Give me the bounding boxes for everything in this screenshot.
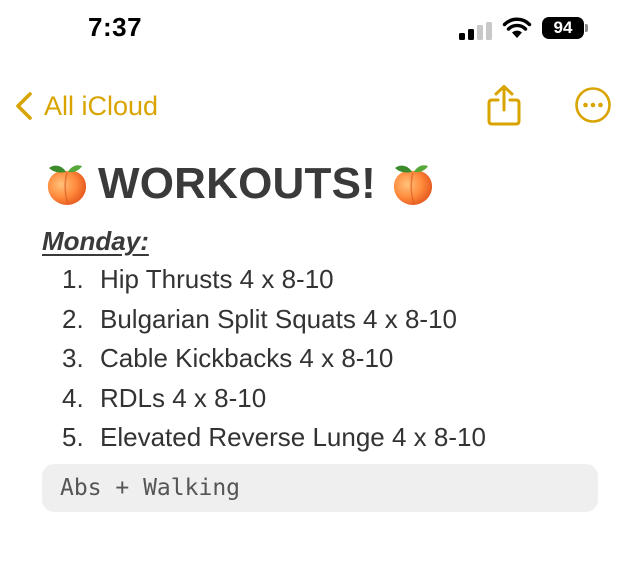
back-button[interactable]: All iCloud xyxy=(14,86,158,126)
list-item-number: 5. xyxy=(62,422,84,453)
battery-icon: 94 xyxy=(542,17,588,39)
wifi-icon xyxy=(502,17,532,38)
list-item-text: Hip Thrusts 4 x 8-10 xyxy=(100,264,334,295)
list-item: 3. Cable Kickbacks 4 x 8-10 xyxy=(62,339,486,379)
day-heading: Monday: xyxy=(42,226,149,256)
list-item: 5. Elevated Reverse Lunge 4 x 8-10 xyxy=(62,418,486,458)
list-item: 4. RDLs 4 x 8-10 xyxy=(62,379,486,419)
list-item-text: RDLs 4 x 8-10 xyxy=(100,382,267,413)
more-ellipsis-icon[interactable] xyxy=(574,86,612,124)
peach-emoji-icon xyxy=(47,165,87,205)
share-icon[interactable] xyxy=(486,84,522,126)
list-item-text: Cable Kickbacks 4 x 8-10 xyxy=(100,343,394,374)
list-item: 1. Hip Thrusts 4 x 8-10 xyxy=(62,260,486,300)
status-time: 7:37 xyxy=(88,12,143,42)
nav-bar: All iCloud xyxy=(0,80,640,132)
list-item-number: 1. xyxy=(62,264,84,295)
exercise-list: 1. Hip Thrusts 4 x 8-10 2. Bulgarian Spl… xyxy=(62,260,486,458)
cellular-signal-icon xyxy=(459,22,492,40)
chevron-left-icon xyxy=(16,92,32,120)
list-item-number: 2. xyxy=(62,303,84,334)
list-item-text: Bulgarian Split Squats 4 x 8-10 xyxy=(100,303,457,334)
status-bar: 7:37 94 xyxy=(0,0,640,60)
monospaced-text: Abs + Walking xyxy=(60,475,241,501)
peach-emoji-icon xyxy=(393,165,433,205)
back-label: All iCloud xyxy=(44,90,159,121)
monospaced-block: Abs + Walking xyxy=(42,464,598,512)
note-title-text: WORKOUTS! xyxy=(98,159,376,208)
battery-level: 94 xyxy=(542,17,584,39)
note-title: WORKOUTS! xyxy=(44,154,436,214)
list-item-text: Elevated Reverse Lunge 4 x 8-10 xyxy=(100,422,486,453)
list-item-number: 4. xyxy=(62,382,84,413)
list-item: 2. Bulgarian Split Squats 4 x 8-10 xyxy=(62,300,486,340)
list-item-number: 3. xyxy=(62,343,84,374)
